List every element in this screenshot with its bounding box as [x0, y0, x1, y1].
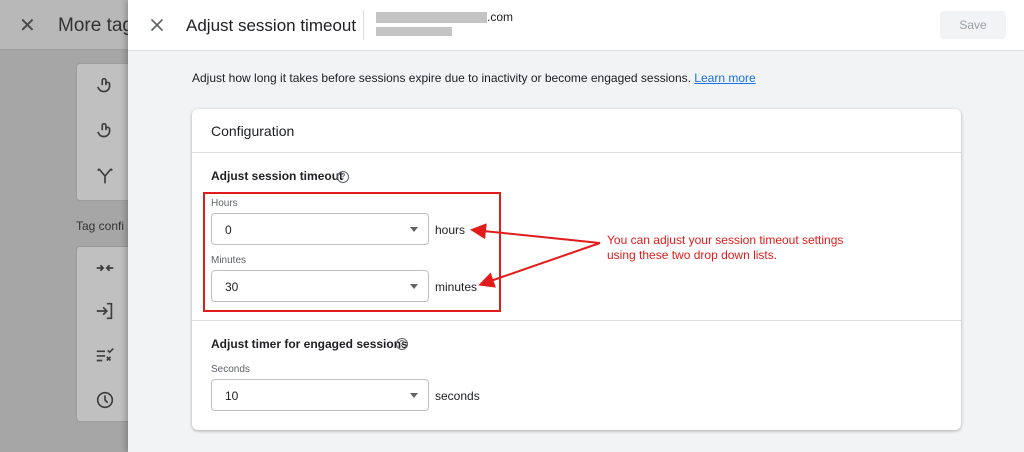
annotation-text: You can adjust your session timeout sett…: [607, 233, 843, 263]
touch-icon: [96, 122, 111, 138]
checklist-icon: [96, 347, 114, 362]
login-icon: [96, 302, 113, 320]
seconds-unit: seconds: [435, 389, 480, 403]
touch-icon: [96, 77, 111, 93]
description-text: Adjust how long it takes before sessions…: [192, 71, 691, 85]
engaged-sessions-section-title: Adjust timer for engaged sessions: [211, 337, 408, 351]
collapse-icon: [96, 264, 114, 272]
description: Adjust how long it takes before sessions…: [192, 71, 756, 85]
annotation-highlight-box: [203, 192, 501, 312]
fork-icon: [97, 168, 113, 184]
background-section-label: Tag confi: [76, 219, 125, 233]
annotation-line-2: using these two drop down lists.: [607, 248, 778, 262]
panel-header: Adjust session timeout .com Save: [128, 0, 1024, 51]
chevron-down-icon: [410, 393, 418, 398]
session-timeout-section-title: Adjust session timeout: [211, 169, 344, 183]
redacted-property-name: [376, 12, 487, 23]
property-domain-suffix: .com: [487, 10, 514, 24]
section-divider: [192, 320, 961, 321]
header-divider: [363, 10, 364, 40]
annotation-line-1: You can adjust your session timeout sett…: [607, 233, 844, 247]
clock-icon: [96, 391, 114, 409]
seconds-label: Seconds: [211, 364, 250, 375]
redacted-property-id: [376, 27, 452, 36]
card-divider: [192, 152, 961, 153]
seconds-value: 10: [225, 389, 239, 403]
close-icon[interactable]: [146, 14, 168, 36]
page-title: Adjust session timeout: [186, 16, 357, 35]
seconds-select[interactable]: 10: [211, 379, 429, 411]
card-title: Configuration: [211, 123, 295, 139]
help-icon[interactable]: ?: [337, 171, 349, 183]
save-button[interactable]: Save: [940, 11, 1006, 39]
help-icon[interactable]: ?: [396, 338, 408, 350]
learn-more-link[interactable]: Learn more: [694, 71, 755, 85]
background-close-icon[interactable]: ✕: [19, 13, 36, 38]
